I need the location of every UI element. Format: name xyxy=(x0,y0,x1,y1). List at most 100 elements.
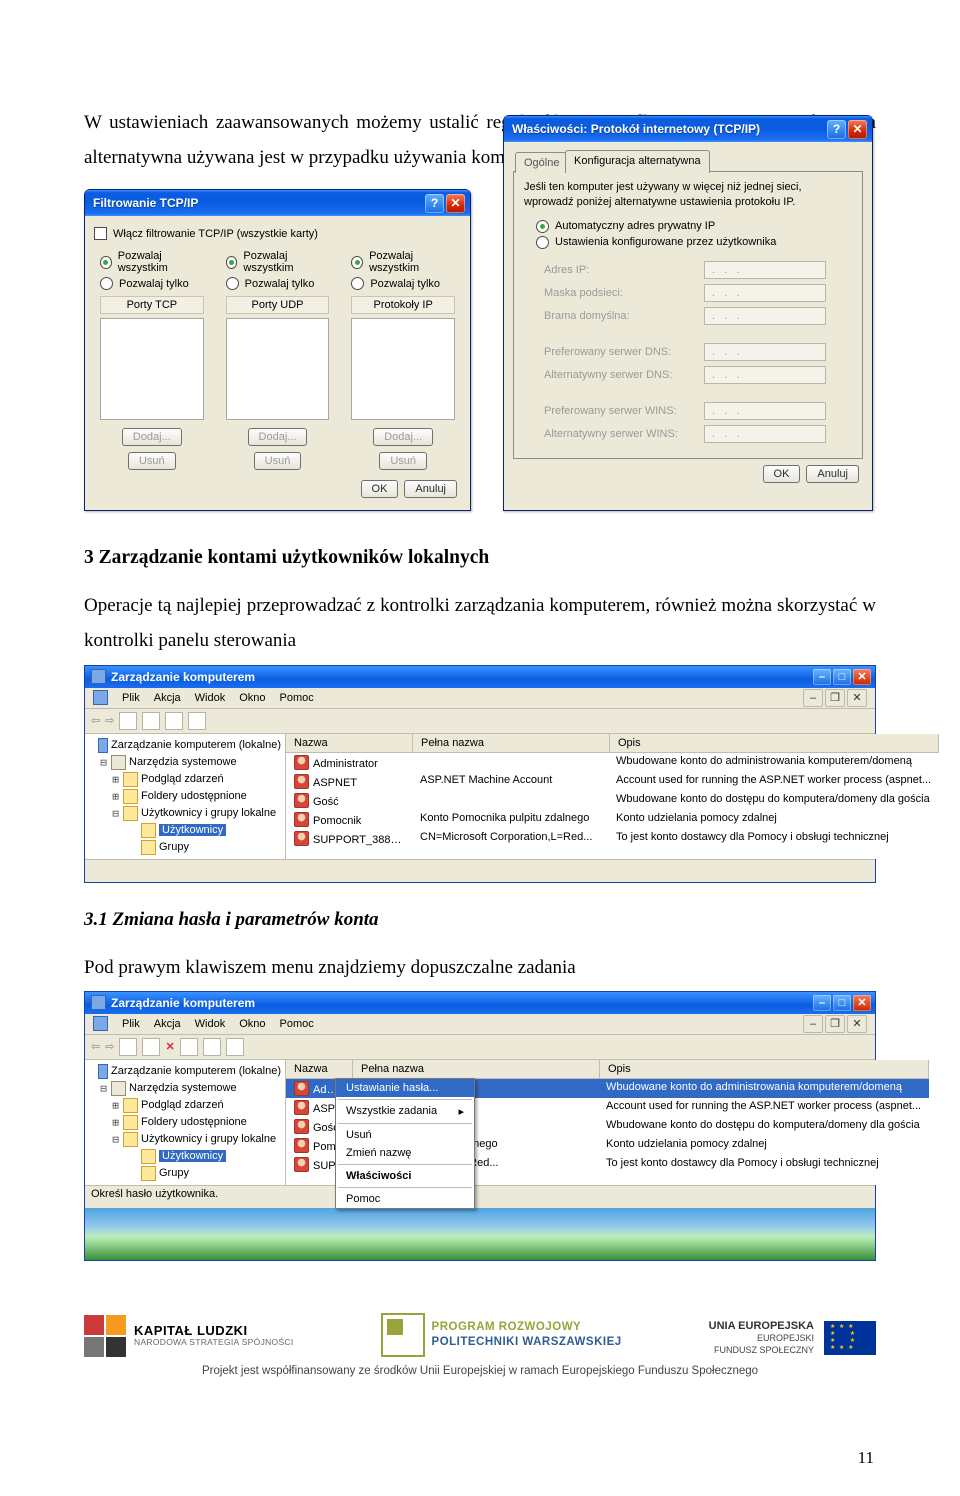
tree-groups[interactable]: Grupy xyxy=(159,841,189,853)
radio-allow-all-ip[interactable]: Pozwalaj wszystkim xyxy=(351,250,455,274)
mmc-tree[interactable]: Zarządzanie komputerem (lokalne) ⊟Narzęd… xyxy=(85,734,286,859)
toolbar-icon[interactable] xyxy=(180,1038,198,1056)
add-udp-button[interactable]: Dodaj... xyxy=(248,428,308,446)
inner-min[interactable]: – xyxy=(803,1015,823,1033)
cancel-button[interactable]: Anuluj xyxy=(404,480,457,498)
table-row[interactable]: PomocnikKonto Pomocnika pulpitu zdalnego… xyxy=(286,810,939,829)
radio-allow-only-ip[interactable]: Pozwalaj tylko xyxy=(351,277,455,290)
help-button[interactable]: ? xyxy=(425,194,444,213)
ctx-delete[interactable]: Usuń xyxy=(336,1126,474,1144)
toolbar-icon[interactable] xyxy=(142,712,160,730)
table-row[interactable]: SUPPORT_388945a0CN=Microsoft Corporation… xyxy=(286,829,939,848)
toolbar-icon[interactable] xyxy=(165,712,183,730)
input-mask[interactable]: . . . xyxy=(704,284,826,302)
radio-allow-all-tcp[interactable]: Pozwalaj wszystkim xyxy=(100,250,204,274)
mmc-tree[interactable]: Zarządzanie komputerem (lokalne) ⊟Narzęd… xyxy=(85,1060,286,1185)
menu-action[interactable]: Akcja xyxy=(154,692,181,704)
tab-general[interactable]: Ogólne xyxy=(515,152,568,173)
toolbar-icon[interactable] xyxy=(119,1038,137,1056)
remove-tcp-button[interactable]: Usuń xyxy=(128,452,176,470)
radio-allow-only-tcp[interactable]: Pozwalaj tylko xyxy=(100,277,204,290)
remove-udp-button[interactable]: Usuń xyxy=(254,452,302,470)
input-wins1[interactable]: . . . xyxy=(704,402,826,420)
back-icon[interactable]: ⇦ xyxy=(91,714,100,727)
tree-tools[interactable]: Narzędzia systemowe xyxy=(129,756,237,768)
forward-icon[interactable]: ⇨ xyxy=(105,714,114,727)
close-button[interactable]: ✕ xyxy=(853,995,871,1011)
menu-file[interactable]: Plik xyxy=(122,692,140,704)
maximize-button[interactable]: □ xyxy=(833,995,851,1011)
menu-view[interactable]: Widok xyxy=(195,1018,226,1030)
tree-shared[interactable]: Foldery udostępnione xyxy=(141,1116,247,1128)
ctx-all-tasks[interactable]: Wszystkie zadania▸ xyxy=(336,1102,474,1121)
minimize-button[interactable]: – xyxy=(813,669,831,685)
ctx-properties[interactable]: Właściwości xyxy=(336,1167,474,1185)
menu-view[interactable]: Widok xyxy=(195,692,226,704)
tab-alt-config[interactable]: Konfiguracja alternatywna xyxy=(565,150,710,173)
inner-close[interactable]: ✕ xyxy=(847,1015,867,1033)
menu-file[interactable]: Plik xyxy=(122,1018,140,1030)
toolbar-icon[interactable] xyxy=(119,712,137,730)
input-ip[interactable]: . . . xyxy=(704,261,826,279)
minimize-button[interactable]: – xyxy=(813,995,831,1011)
inner-min[interactable]: – xyxy=(803,689,823,707)
tree-shared[interactable]: Foldery udostępnione xyxy=(141,790,247,802)
maximize-button[interactable]: □ xyxy=(833,669,851,685)
tree-root[interactable]: Zarządzanie komputerem (lokalne) xyxy=(111,1065,281,1077)
close-button[interactable]: ✕ xyxy=(848,120,867,139)
table-row[interactable]: ASPNETASP.NET Machine AccountAccount use… xyxy=(286,772,939,791)
remove-ip-button[interactable]: Usuń xyxy=(379,452,427,470)
table-row[interactable]: GośćWbudowane konto do dostępu do komput… xyxy=(286,791,939,810)
tree-users[interactable]: Użytkownicy xyxy=(159,824,226,836)
col-desc[interactable]: Opis xyxy=(600,1060,929,1078)
radio-allow-all-udp[interactable]: Pozwalaj wszystkim xyxy=(226,250,330,274)
close-button[interactable]: ✕ xyxy=(446,194,465,213)
ctx-rename[interactable]: Zmień nazwę xyxy=(336,1144,474,1162)
tree-groups[interactable]: Grupy xyxy=(159,1167,189,1179)
input-dns1[interactable]: . . . xyxy=(704,343,826,361)
col-desc[interactable]: Opis xyxy=(610,734,939,752)
radio-auto-ip[interactable]: Automatyczny adres prywatny IP xyxy=(536,220,852,233)
menu-help[interactable]: Pomoc xyxy=(280,1018,314,1030)
ctx-help[interactable]: Pomoc xyxy=(336,1190,474,1208)
tree-usersgroups[interactable]: Użytkownicy i grupy lokalne xyxy=(141,1133,276,1145)
ctx-set-password[interactable]: Ustawianie hasła... xyxy=(336,1079,474,1097)
tcp-list[interactable] xyxy=(100,318,204,420)
ok-button[interactable]: OK xyxy=(361,480,399,498)
back-icon[interactable]: ⇦ xyxy=(91,1040,100,1053)
col-name[interactable]: Nazwa xyxy=(286,1060,353,1078)
table-row[interactable]: AdministratorWbudowane konto do administ… xyxy=(286,753,939,772)
inner-restore[interactable]: ❐ xyxy=(825,1015,845,1033)
tree-events[interactable]: Podgląd zdarzeń xyxy=(141,773,224,785)
help-button[interactable]: ? xyxy=(827,120,846,139)
add-ip-button[interactable]: Dodaj... xyxy=(373,428,433,446)
cancel-button[interactable]: Anuluj xyxy=(806,465,859,483)
tree-root[interactable]: Zarządzanie komputerem (lokalne) xyxy=(111,739,281,751)
col-fullname[interactable]: Pełna nazwa xyxy=(353,1060,600,1078)
radio-allow-only-udp[interactable]: Pozwalaj tylko xyxy=(226,277,330,290)
toolbar-icon[interactable] xyxy=(226,1038,244,1056)
tree-events[interactable]: Podgląd zdarzeń xyxy=(141,1099,224,1111)
ok-button[interactable]: OK xyxy=(763,465,801,483)
toolbar-icon[interactable] xyxy=(203,1038,221,1056)
col-fullname[interactable]: Pełna nazwa xyxy=(413,734,610,752)
input-dns2[interactable]: . . . xyxy=(704,366,826,384)
ip-list[interactable] xyxy=(351,318,455,420)
menu-help[interactable]: Pomoc xyxy=(280,692,314,704)
add-tcp-button[interactable]: Dodaj... xyxy=(122,428,182,446)
inner-restore[interactable]: ❐ xyxy=(825,689,845,707)
col-name[interactable]: Nazwa xyxy=(286,734,413,752)
mmc-list[interactable]: Nazwa Pełna nazwa Opis AdministratorWbud… xyxy=(286,734,939,859)
radio-user-config[interactable]: Ustawienia konfigurowane przez użytkowni… xyxy=(536,236,852,249)
close-button[interactable]: ✕ xyxy=(853,669,871,685)
toolbar-icon[interactable] xyxy=(188,712,206,730)
tree-users[interactable]: Użytkownicy xyxy=(159,1150,226,1162)
inner-close[interactable]: ✕ xyxy=(847,689,867,707)
input-wins2[interactable]: . . . xyxy=(704,425,826,443)
forward-icon[interactable]: ⇨ xyxy=(105,1040,114,1053)
toolbar-icon[interactable] xyxy=(142,1038,160,1056)
udp-list[interactable] xyxy=(226,318,330,420)
menu-action[interactable]: Akcja xyxy=(154,1018,181,1030)
input-gateway[interactable]: . . . xyxy=(704,307,826,325)
tree-usersgroups[interactable]: Użytkownicy i grupy lokalne xyxy=(141,807,276,819)
